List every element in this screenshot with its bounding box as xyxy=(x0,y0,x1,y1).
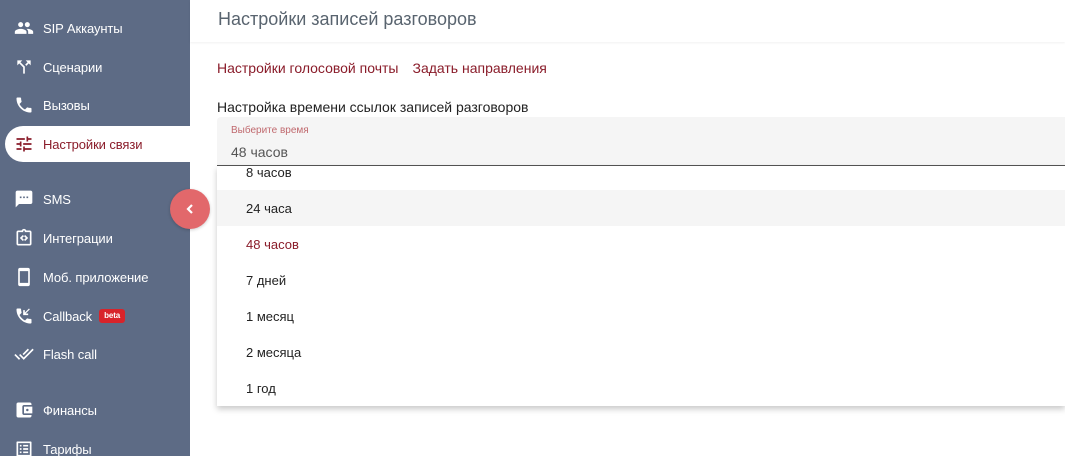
beta-badge: beta xyxy=(99,309,126,323)
sidebar-item-integrations[interactable]: Интеграции xyxy=(0,221,190,255)
integration-icon xyxy=(14,228,34,248)
sidebar-item-label: Тарифы xyxy=(43,441,92,456)
sidebar: SIP Аккаунты Сценарии Вызовы Настройки с… xyxy=(0,0,195,456)
call-split-icon xyxy=(14,57,34,77)
tune-icon xyxy=(14,134,34,154)
option-7-days[interactable]: 7 дней xyxy=(217,262,1065,298)
sidebar-item-label: Моб. приложение xyxy=(43,269,149,285)
sms-icon xyxy=(14,189,34,209)
sidebar-item-flash-call[interactable]: Flash call xyxy=(0,337,190,371)
chevron-left-icon xyxy=(186,204,193,214)
sidebar-item-sms[interactable]: SMS xyxy=(0,182,190,216)
time-select[interactable]: Выберите время 48 часов xyxy=(217,117,1065,166)
sidebar-item-callback[interactable]: Callback beta xyxy=(0,299,190,333)
set-directions-link[interactable]: Задать направления xyxy=(412,60,546,76)
sidebar-item-label: SIP Аккаунты xyxy=(43,20,123,36)
settings-links: Настройки голосовой почты Задать направл… xyxy=(217,60,547,76)
phone-icon xyxy=(14,95,34,115)
option-24-hours[interactable]: 24 часа xyxy=(217,190,1065,226)
sidebar-item-connection-settings[interactable]: Настройки связи xyxy=(5,126,195,162)
sidebar-item-calls[interactable]: Вызовы xyxy=(0,88,190,122)
option-1-month[interactable]: 1 месяц xyxy=(217,298,1065,334)
sidebar-item-mobile-app[interactable]: Моб. приложение xyxy=(0,260,190,294)
option-48-hours[interactable]: 48 часов xyxy=(217,226,1065,262)
sidebar-item-label: Callback xyxy=(43,308,93,324)
sidebar-item-label: Сценарии xyxy=(43,59,103,75)
phone-callback-icon xyxy=(14,306,34,326)
smartphone-icon xyxy=(14,267,34,287)
sidebar-item-label: Финансы xyxy=(43,402,97,418)
page-title: Настройки записей разговоров xyxy=(218,9,477,29)
sidebar-item-tariffs[interactable]: Тарифы xyxy=(0,432,190,456)
option-2-months[interactable]: 2 месяца xyxy=(217,334,1065,370)
page-header: Настройки записей разговоров xyxy=(190,0,1065,42)
time-dropdown: 8 часов 24 часа 48 часов 7 дней 1 месяц … xyxy=(217,166,1065,406)
sidebar-item-label: Настройки связи xyxy=(43,136,143,152)
select-label: Выберите время xyxy=(231,125,309,136)
voicemail-settings-link[interactable]: Настройки голосовой почты xyxy=(217,60,398,76)
double-check-icon xyxy=(14,344,34,364)
wallet-icon xyxy=(14,400,34,420)
select-value: 48 часов xyxy=(231,144,288,160)
sidebar-item-label: Вызовы xyxy=(43,97,90,113)
sidebar-item-label: SMS xyxy=(43,191,71,207)
sidebar-item-finance[interactable]: Финансы xyxy=(0,393,190,427)
option-1-year[interactable]: 1 год xyxy=(217,370,1065,406)
sidebar-item-scenarios[interactable]: Сценарии xyxy=(0,50,190,84)
sidebar-item-label: Flash call xyxy=(43,346,97,362)
option-8-hours[interactable]: 8 часов xyxy=(217,166,1065,190)
collapse-sidebar-button[interactable] xyxy=(170,189,210,229)
sidebar-item-label: Интеграции xyxy=(43,230,113,246)
page: SIP Аккаунты Сценарии Вызовы Настройки с… xyxy=(0,0,1065,456)
users-icon xyxy=(14,18,34,38)
section-label: Настройка времени ссылок записей разгово… xyxy=(217,99,529,115)
list-icon xyxy=(14,439,34,456)
sidebar-item-sip-accounts[interactable]: SIP Аккаунты xyxy=(0,11,190,45)
